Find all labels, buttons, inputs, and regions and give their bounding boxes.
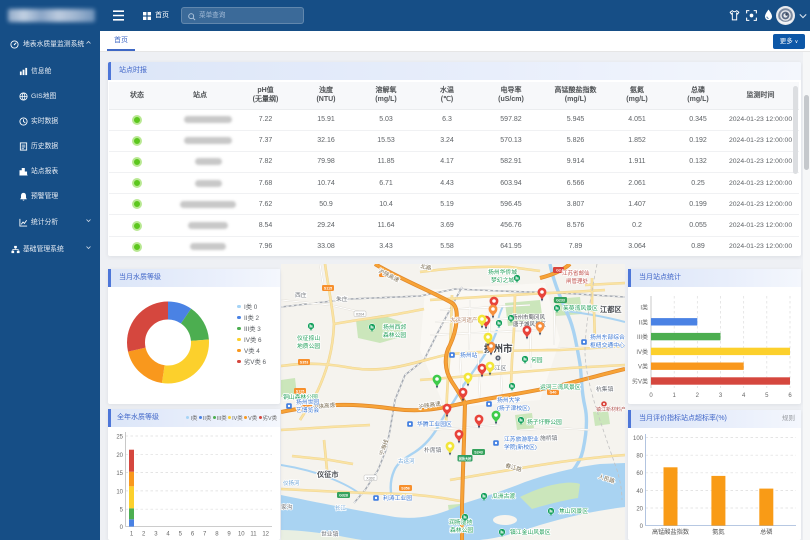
svg-text:S125: S125 <box>296 390 304 394</box>
svg-text:100: 100 <box>633 436 644 442</box>
svg-text:长江: 长江 <box>335 504 347 512</box>
svg-text:何园: 何园 <box>531 356 543 364</box>
svg-text:仪征市: 仪征市 <box>316 470 339 479</box>
svg-text:25: 25 <box>116 435 123 441</box>
svg-text:8: 8 <box>215 532 219 538</box>
svg-text:梦幻之城: 梦幻之城 <box>491 276 514 284</box>
svg-text:5: 5 <box>120 508 124 514</box>
svg-text:扬子圩野公园: 扬子圩野公园 <box>527 418 562 426</box>
svg-text:9: 9 <box>227 532 231 538</box>
svg-text:仪扬河: 仪扬河 <box>283 479 300 487</box>
svg-text:20: 20 <box>636 506 643 512</box>
svg-text:江苏省邮仙: 江苏省邮仙 <box>562 269 590 277</box>
svg-text:家沟: 家沟 <box>281 503 293 511</box>
svg-text:11: 11 <box>250 532 257 538</box>
svg-text:镇江金山风景区: 镇江金山风景区 <box>510 528 551 536</box>
svg-text:I类: I类 <box>640 304 648 312</box>
svg-text:III类: III类 <box>637 333 648 341</box>
svg-text:扬州东部综合: 扬州东部综合 <box>590 333 625 341</box>
svg-text:氨氮: 氨氮 <box>712 528 724 536</box>
svg-text:60: 60 <box>636 471 643 477</box>
svg-text:G2: G2 <box>556 269 561 273</box>
svg-text:S115: S115 <box>324 287 332 291</box>
svg-text:10: 10 <box>116 489 123 495</box>
svg-text:西庄: 西庄 <box>295 291 307 299</box>
svg-text:高锰酸盐指数: 高锰酸盐指数 <box>652 528 690 536</box>
svg-text:20: 20 <box>116 453 123 459</box>
svg-text:扬州世园: 扬州世园 <box>296 398 319 406</box>
svg-text:IV类: IV类 <box>636 348 648 356</box>
svg-text:G328: G328 <box>339 494 348 498</box>
svg-text:艺博览会: 艺博览会 <box>296 406 319 414</box>
svg-text:X204: X204 <box>356 312 364 316</box>
svg-text:学院(新校区): 学院(新校区) <box>504 443 537 451</box>
svg-text:仪征捺山: 仪征捺山 <box>297 334 320 342</box>
svg-text:闸管理处: 闸管理处 <box>566 277 589 285</box>
svg-text:总磷: 总磷 <box>760 528 772 536</box>
svg-text:利涛工业园: 利涛工业园 <box>383 494 412 502</box>
svg-text:1: 1 <box>130 532 134 538</box>
svg-text:森林公园: 森林公园 <box>450 526 473 534</box>
svg-text:6: 6 <box>191 532 195 538</box>
svg-text:1: 1 <box>673 393 677 399</box>
svg-text:茱萸湾风景区: 茱萸湾风景区 <box>563 304 598 312</box>
svg-text:润扬大桥: 润扬大桥 <box>459 456 473 461</box>
svg-text:瓜洲古渡: 瓜洲古渡 <box>492 492 515 500</box>
svg-text:世业镇: 世业镇 <box>321 530 339 538</box>
svg-text:运河三湾风景区: 运河三湾风景区 <box>540 383 581 391</box>
svg-text:地质公园: 地质公园 <box>297 342 320 350</box>
svg-text:古运河: 古运河 <box>398 457 415 465</box>
svg-text:4: 4 <box>166 532 170 538</box>
svg-text:G40: G40 <box>550 391 557 395</box>
svg-text:扬州市蜀冈风: 扬州市蜀冈风 <box>512 313 546 321</box>
svg-text:杭集镇: 杭集镇 <box>596 385 614 393</box>
svg-text:40: 40 <box>636 489 643 495</box>
svg-text:江都区: 江都区 <box>600 305 622 314</box>
svg-text:2: 2 <box>696 393 700 399</box>
svg-text:II类: II类 <box>639 318 648 326</box>
svg-text:S356: S356 <box>401 487 409 491</box>
svg-text:江苏旅游职业: 江苏旅游职业 <box>504 435 539 443</box>
svg-text:6: 6 <box>788 393 792 399</box>
svg-text:3: 3 <box>154 532 158 538</box>
svg-text:扬州大学: 扬州大学 <box>497 396 520 404</box>
svg-text:0: 0 <box>640 524 644 530</box>
svg-text:3: 3 <box>719 393 723 399</box>
svg-text:10: 10 <box>238 532 245 538</box>
svg-text:0: 0 <box>120 525 124 531</box>
svg-text:X302: X302 <box>366 476 374 480</box>
svg-text:枢纽交通中心: 枢纽交通中心 <box>590 341 625 349</box>
svg-text:镇江新材料产业园: 镇江新材料产业园 <box>596 406 625 413</box>
svg-text:森林公园: 森林公园 <box>383 331 406 339</box>
svg-text:扬州站: 扬州站 <box>460 351 478 359</box>
svg-text:12: 12 <box>262 532 269 538</box>
svg-text:4: 4 <box>742 393 746 399</box>
svg-text:5: 5 <box>179 532 183 538</box>
svg-text:劣V类: 劣V类 <box>632 378 648 386</box>
svg-text:润扬湿地: 润扬湿地 <box>449 518 472 526</box>
svg-text:80: 80 <box>636 454 643 460</box>
svg-text:(扬子津校区): (扬子津校区) <box>497 404 530 412</box>
svg-text:0: 0 <box>649 393 653 399</box>
svg-text:华腾工业园区: 华腾工业园区 <box>417 420 452 428</box>
svg-text:S243: S243 <box>474 451 482 455</box>
svg-text:2: 2 <box>142 532 146 538</box>
svg-text:G233: G233 <box>556 299 565 303</box>
svg-text:施桥镇: 施桥镇 <box>540 434 558 442</box>
svg-text:15: 15 <box>116 471 123 477</box>
svg-text:焦山风景区: 焦山风景区 <box>559 507 588 515</box>
svg-text:朴席镇: 朴席镇 <box>424 446 442 454</box>
svg-text:7: 7 <box>203 532 207 538</box>
svg-text:V类: V类 <box>638 363 648 371</box>
svg-text:5: 5 <box>765 393 769 399</box>
svg-text:S353: S353 <box>300 361 308 365</box>
svg-text:扬州华侨城: 扬州华侨城 <box>488 268 517 276</box>
svg-text:扬州西郊: 扬州西郊 <box>383 323 406 331</box>
svg-text:朱庄: 朱庄 <box>336 295 348 303</box>
